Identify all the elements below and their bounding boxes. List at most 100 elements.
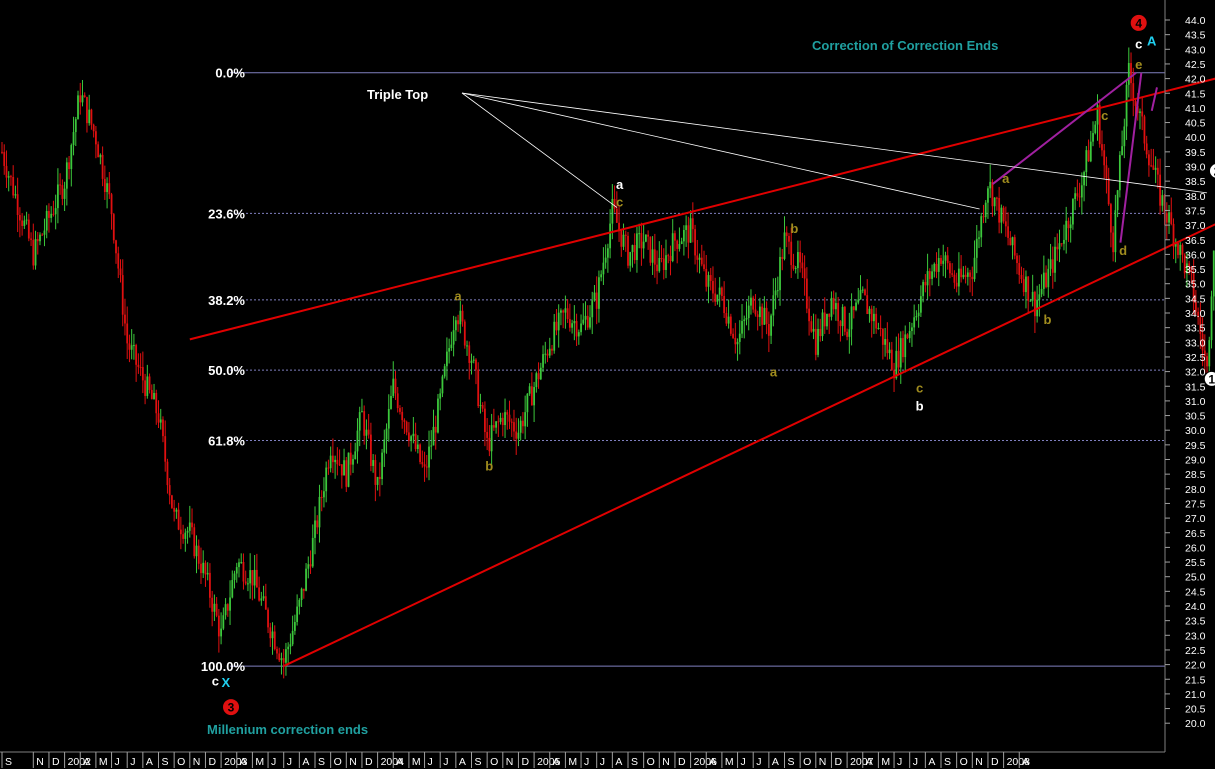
candle-body (685, 225, 688, 231)
candle-body (1159, 174, 1161, 206)
candle-body (52, 213, 55, 215)
candle-body (707, 275, 710, 287)
candle-body (691, 218, 694, 230)
candle-body (403, 420, 406, 422)
x-tick-label: J (584, 756, 589, 768)
candle-body (551, 348, 553, 351)
candle-body (439, 393, 442, 399)
candle-body (193, 527, 196, 557)
candle-body (700, 257, 703, 265)
candle-body (779, 256, 781, 291)
y-tick-label: 25.0 (1185, 572, 1206, 584)
y-tick-label: 31.5 (1185, 381, 1206, 393)
candle-body (680, 241, 683, 245)
candle-body (752, 297, 755, 310)
candle-body (946, 255, 949, 264)
candle-body (448, 348, 451, 352)
candle-body (1020, 274, 1023, 280)
y-tick-label: 26.5 (1185, 528, 1206, 540)
candle-body (754, 309, 757, 315)
candle-body (414, 433, 417, 450)
candle-body (1148, 154, 1150, 166)
candle-body (148, 376, 151, 390)
candle-body (1031, 291, 1034, 301)
candle-body (790, 241, 793, 266)
candle-body (953, 274, 956, 283)
candle-body (1121, 146, 1123, 156)
candle-body (991, 181, 994, 207)
candle-body (703, 264, 705, 269)
x-tick-label: A (553, 756, 560, 768)
candle-body (305, 568, 307, 591)
candle-body (1165, 213, 1168, 223)
x-tick-label: A (709, 756, 716, 768)
candle-body (1007, 226, 1009, 238)
candle-body (16, 194, 19, 215)
candle-body (542, 354, 544, 368)
candle-body (302, 588, 305, 591)
x-tick-label: J (443, 756, 448, 768)
candle-body (430, 445, 433, 447)
x-tick-label: S (318, 756, 325, 768)
candle-body (1011, 237, 1014, 246)
y-tick-label: 31.0 (1185, 396, 1206, 408)
candle-body (674, 233, 676, 241)
fib-label: 50.0% (208, 363, 245, 378)
candle-body (479, 405, 482, 407)
candle-body (338, 464, 341, 466)
candle-body (244, 581, 247, 584)
x-tick-label: A (146, 756, 153, 768)
y-tick-label: 28.5 (1185, 469, 1206, 481)
candle-body (457, 320, 459, 325)
candle-body (881, 328, 884, 345)
candle-body (432, 426, 435, 446)
candle-body (495, 421, 497, 428)
candle-body (1042, 272, 1045, 289)
y-tick-label: 24.5 (1185, 586, 1206, 598)
candle-body (153, 392, 155, 400)
candle-body (841, 306, 844, 327)
candle-body (897, 350, 900, 368)
candle-body (220, 628, 222, 637)
y-tick-label: 42.0 (1185, 74, 1206, 86)
candle-body (944, 255, 947, 261)
candle-body (814, 328, 817, 355)
candle-body (687, 225, 690, 243)
x-tick-label: S (631, 756, 638, 768)
wave-label-c: c (212, 674, 219, 689)
candle-body (584, 315, 587, 320)
x-tick-label: O (334, 756, 342, 768)
candle-body (260, 598, 263, 601)
candle-body (101, 154, 104, 179)
candle-body (1018, 263, 1021, 275)
candle-body (349, 452, 352, 465)
candle-body (980, 216, 983, 238)
candle-body (484, 408, 486, 433)
candle-body (624, 234, 627, 236)
candle-body (848, 329, 851, 337)
candle-body (611, 198, 614, 224)
candle-body (727, 316, 730, 324)
candle-body (1045, 272, 1047, 288)
x-tick-label: N (819, 756, 827, 768)
candle-body (173, 507, 176, 512)
candle-body (83, 95, 86, 98)
candle-body (908, 330, 911, 339)
candle-body (660, 257, 663, 259)
x-tick-label: S (788, 756, 795, 768)
fib-label: 23.6% (208, 206, 245, 221)
candle-body (788, 235, 790, 242)
candle-body (924, 281, 927, 286)
candle-body (139, 367, 142, 369)
candle-body (539, 367, 542, 380)
candle-body (859, 290, 862, 300)
candle-body (200, 563, 202, 574)
candle-body (1016, 255, 1018, 264)
x-tick-label: J (287, 756, 292, 768)
candle-body (119, 268, 122, 276)
x-tick-label: M (881, 756, 890, 768)
candle-body (526, 393, 529, 413)
candle-body (873, 313, 875, 322)
x-tick-label: J (741, 756, 746, 768)
candle-body (658, 257, 661, 272)
